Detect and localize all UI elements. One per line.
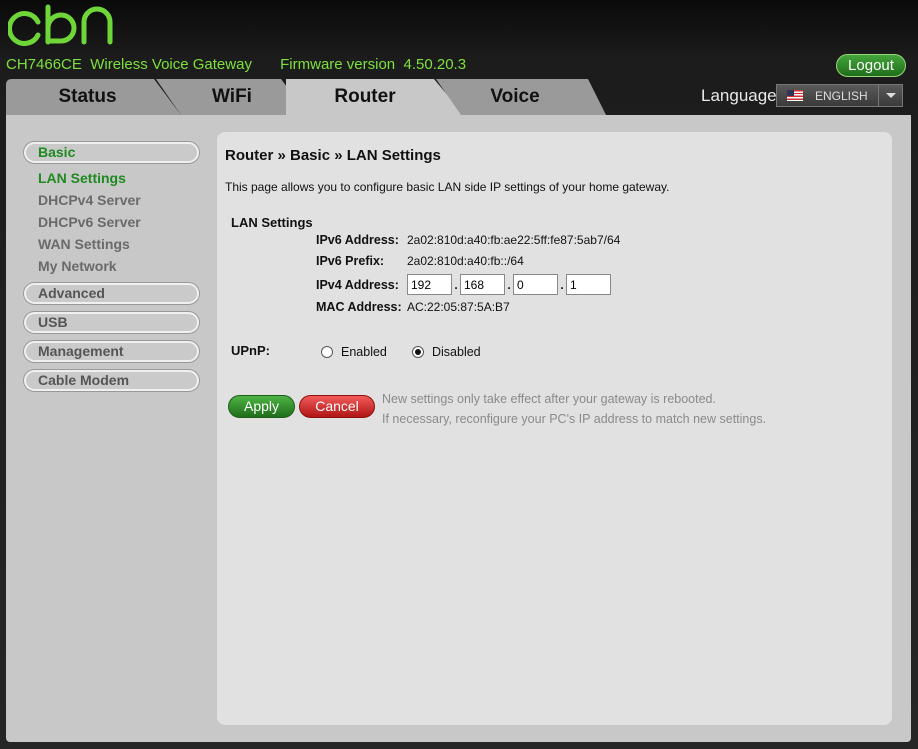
sidebar-item-my-network[interactable]: My Network [24, 255, 199, 277]
cbn-logo [8, 4, 113, 46]
tab-label: Voice [490, 86, 540, 107]
logout-button[interactable]: Logout [836, 54, 906, 77]
ipv6-prefix-value: 2a02:810d:a40:fb::/64 [407, 254, 524, 268]
chevron-down-icon[interactable] [878, 85, 902, 106]
mac-address-row: MAC Address: AC:22:05:87:5A:B7 [316, 300, 510, 314]
sidebar-group-cable-modem[interactable]: Cable Modem [24, 370, 199, 391]
tab-status[interactable]: Status [6, 79, 181, 115]
ipv4-octet-2[interactable] [460, 274, 505, 295]
sidebar-item-lan-settings[interactable]: LAN Settings [24, 167, 199, 189]
sidebar: Basic LAN Settings DHCPv4 Server DHCPv6 … [24, 142, 199, 399]
product-name: Wireless Voice Gateway [90, 56, 252, 73]
ipv4-separator: . [454, 277, 458, 292]
ipv6-prefix-row: IPv6 Prefix: 2a02:810d:a40:fb::/64 [316, 254, 524, 268]
tab-label: Router [334, 86, 396, 107]
cancel-button[interactable]: Cancel [299, 395, 375, 418]
tab-voice[interactable]: Voice [436, 79, 606, 115]
upnp-enabled-radio[interactable]: Enabled [321, 345, 387, 359]
sidebar-group-usb[interactable]: USB [24, 312, 199, 333]
mac-address-value: AC:22:05:87:5A:B7 [407, 300, 510, 314]
upnp-disabled-radio[interactable]: Disabled [412, 345, 481, 359]
us-flag-icon [787, 90, 803, 101]
page-description: This page allows you to configure basic … [225, 180, 670, 194]
ipv4-address-label: IPv4 Address: [316, 277, 399, 292]
apply-button[interactable]: Apply [228, 395, 295, 418]
section-title: LAN Settings [231, 215, 313, 230]
settings-panel: Router » Basic » LAN Settings This page … [217, 132, 892, 725]
ipv6-address-value: 2a02:810d:a40:fb:ae22:5ff:fe87:5ab7/64 [407, 233, 621, 247]
ipv4-address-row: IPv4 Address: . . . [316, 274, 611, 295]
ipv4-octet-4[interactable] [566, 274, 611, 295]
device-info: CH7466CE Wireless Voice Gateway Firmware… [6, 56, 466, 73]
ipv4-separator: . [507, 277, 511, 292]
ipv6-prefix-label: IPv6 Prefix: [316, 254, 385, 268]
radio-on-icon [412, 346, 424, 358]
ipv6-address-row: IPv6 Address: 2a02:810d:a40:fb:ae22:5ff:… [316, 233, 620, 247]
tab-label: WiFi [212, 86, 252, 107]
tab-label: Status [58, 86, 117, 107]
ipv6-address-label: IPv6 Address: [316, 233, 399, 247]
sidebar-group-advanced[interactable]: Advanced [24, 283, 199, 304]
sidebar-basic-items: LAN Settings DHCPv4 Server DHCPv6 Server… [24, 167, 199, 277]
mac-address-label: MAC Address: [316, 300, 402, 314]
sidebar-group-basic[interactable]: Basic [24, 142, 199, 163]
content-area: Basic LAN Settings DHCPv4 Server DHCPv6 … [6, 115, 911, 742]
ipv4-octet-1[interactable] [407, 274, 452, 295]
breadcrumb: Router » Basic » LAN Settings [225, 147, 441, 164]
main-tabs: Status WiFi Router Voice [6, 79, 616, 115]
sidebar-item-dhcpv6-server[interactable]: DHCPv6 Server [24, 211, 199, 233]
sidebar-group-management[interactable]: Management [24, 341, 199, 362]
model-name: CH7466CE [6, 56, 82, 73]
upnp-label: UPnP: [231, 343, 270, 358]
sidebar-item-wan-settings[interactable]: WAN Settings [24, 233, 199, 255]
upnp-disabled-label: Disabled [432, 345, 481, 359]
firmware-label: Firmware version [280, 56, 396, 73]
radio-off-icon [321, 346, 333, 358]
language-value: ENGLISH [815, 88, 868, 103]
upnp-enabled-label: Enabled [341, 345, 387, 359]
firmware-version: 4.50.20.3 [403, 56, 467, 73]
ipv4-separator: . [560, 277, 564, 292]
sidebar-item-dhcpv4-server[interactable]: DHCPv4 Server [24, 189, 199, 211]
note-line-1: New settings only take effect after your… [382, 392, 716, 406]
note-line-2: If necessary, reconfigure your PC's IP a… [382, 412, 767, 426]
language-label: Language [701, 86, 777, 105]
ipv4-octet-3[interactable] [513, 274, 558, 295]
reboot-note: New settings only take effect after your… [382, 389, 766, 429]
language-select[interactable]: ENGLISH [776, 84, 903, 107]
